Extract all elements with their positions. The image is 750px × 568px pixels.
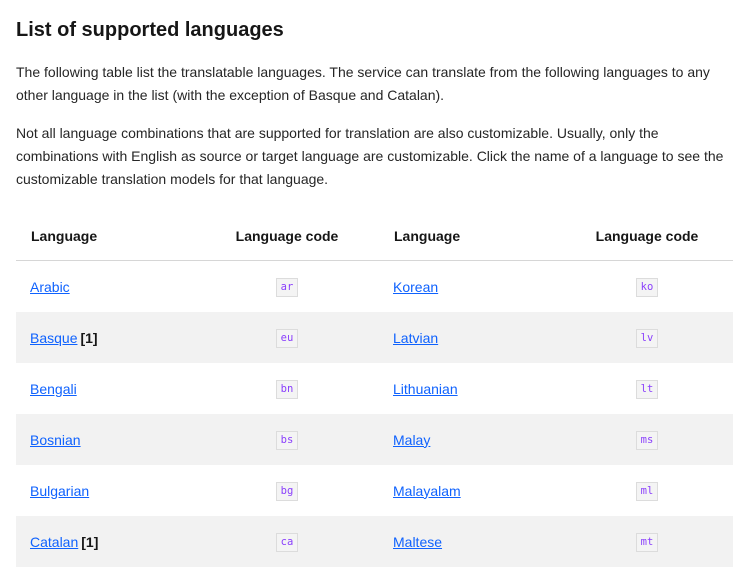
- language-code: ml: [635, 481, 659, 501]
- language-code: mt: [635, 532, 659, 552]
- table-row: Bengali bn Lithuanian lt: [16, 363, 733, 414]
- header-language: Language: [16, 212, 194, 261]
- language-code: eu: [275, 328, 299, 348]
- language-code: bs: [275, 430, 299, 450]
- language-code: ar: [275, 277, 299, 297]
- language-code: ms: [635, 430, 659, 450]
- customization-paragraph: Not all language combinations that are s…: [16, 125, 724, 187]
- footnote-marker: [1]: [80, 329, 98, 346]
- table-row: Bosnian bs Malay ms: [16, 414, 733, 465]
- language-link[interactable]: Malay: [393, 432, 430, 448]
- language-link[interactable]: Basque: [30, 330, 77, 346]
- header-language-code: Language code: [561, 212, 733, 261]
- language-code: ca: [275, 532, 299, 552]
- language-link[interactable]: Catalan: [30, 534, 78, 550]
- language-link[interactable]: Lithuanian: [393, 381, 458, 397]
- page: List of supported languages The followin…: [0, 0, 750, 567]
- language-link[interactable]: Korean: [393, 279, 438, 295]
- language-link[interactable]: Latvian: [393, 330, 438, 346]
- table-row: Basque [1] eu Latvian lv: [16, 312, 733, 363]
- language-code: ko: [635, 277, 659, 297]
- language-code: bn: [275, 379, 299, 399]
- language-link[interactable]: Bosnian: [30, 432, 81, 448]
- table-row: Bulgarian bg Malayalam ml: [16, 465, 733, 516]
- table-row: Arabic ar Korean ko: [16, 260, 733, 312]
- language-link[interactable]: Arabic: [30, 279, 70, 295]
- header-language-code: Language code: [194, 212, 380, 261]
- page-title: List of supported languages: [16, 19, 284, 41]
- footnote-marker: [1]: [81, 533, 99, 550]
- language-link[interactable]: Malayalam: [393, 483, 461, 499]
- language-link[interactable]: Bengali: [30, 381, 77, 397]
- languages-table: Language Language code Language Language…: [16, 212, 733, 567]
- language-code: lv: [635, 328, 659, 348]
- language-link[interactable]: Bulgarian: [30, 483, 89, 499]
- language-code: lt: [635, 379, 659, 399]
- table-header-row: Language Language code Language Language…: [16, 212, 733, 261]
- language-code: bg: [275, 481, 299, 501]
- intro-paragraph: The following table list the translatabl…: [16, 64, 710, 103]
- table-row: Catalan [1] ca Maltese mt: [16, 516, 733, 567]
- header-language: Language: [380, 212, 561, 261]
- language-link[interactable]: Maltese: [393, 534, 442, 550]
